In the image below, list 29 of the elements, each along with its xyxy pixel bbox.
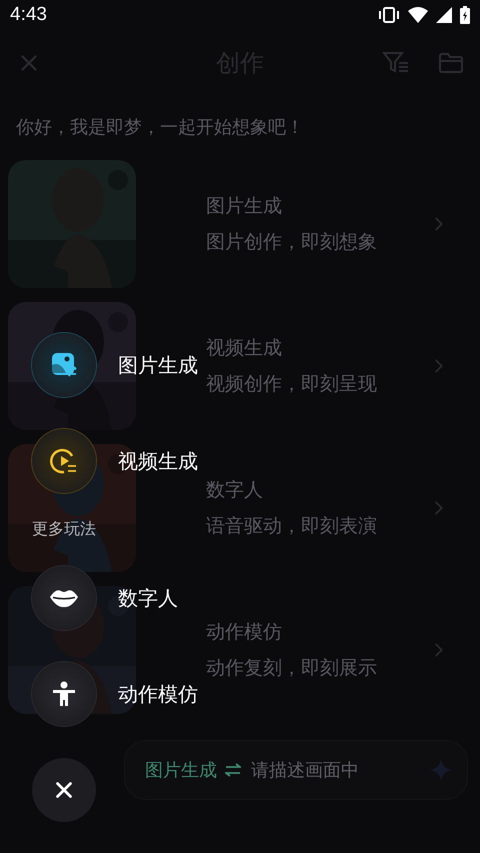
- wifi-icon: [408, 7, 428, 23]
- section-label: 更多玩法: [32, 519, 96, 540]
- menu-item[interactable]: 视频生成: [32, 429, 198, 493]
- filter-icon[interactable]: [382, 51, 410, 75]
- signal-icon: [436, 7, 452, 23]
- menu-item[interactable]: 图片生成: [32, 333, 198, 397]
- play-icon: [50, 447, 78, 475]
- vibrate-icon: [378, 7, 400, 23]
- status-time: 4:43: [10, 4, 47, 26]
- image-icon: [50, 351, 78, 379]
- sparkle-icon[interactable]: [429, 758, 453, 782]
- mode-selector[interactable]: 图片生成: [145, 758, 217, 782]
- battery-icon: [460, 6, 470, 24]
- menu-item[interactable]: 动作模仿: [32, 662, 198, 726]
- card-subtitle: 图片创作，即刻想象: [206, 230, 377, 255]
- prompt-input[interactable]: 请描述画面中: [249, 758, 421, 782]
- card-subtitle: 语音驱动，即刻表演: [206, 514, 377, 539]
- folder-icon[interactable]: [438, 52, 464, 74]
- card-subtitle: 视频创作，即刻呈现: [206, 372, 377, 397]
- menu-item[interactable]: 数字人: [32, 566, 178, 630]
- card-subtitle: 动作复刻，即刻展示: [206, 656, 377, 681]
- card-title: 图片生成: [206, 194, 283, 219]
- card-title: 动作模仿: [206, 620, 283, 645]
- card-title: 视频生成: [206, 336, 283, 361]
- lips-icon: [49, 588, 79, 608]
- swap-icon[interactable]: [225, 763, 241, 777]
- card-title: 数字人: [206, 478, 264, 503]
- greeting-text: 你好，我是即梦，一起开始想象吧！: [15, 116, 305, 140]
- person-icon: [52, 681, 76, 707]
